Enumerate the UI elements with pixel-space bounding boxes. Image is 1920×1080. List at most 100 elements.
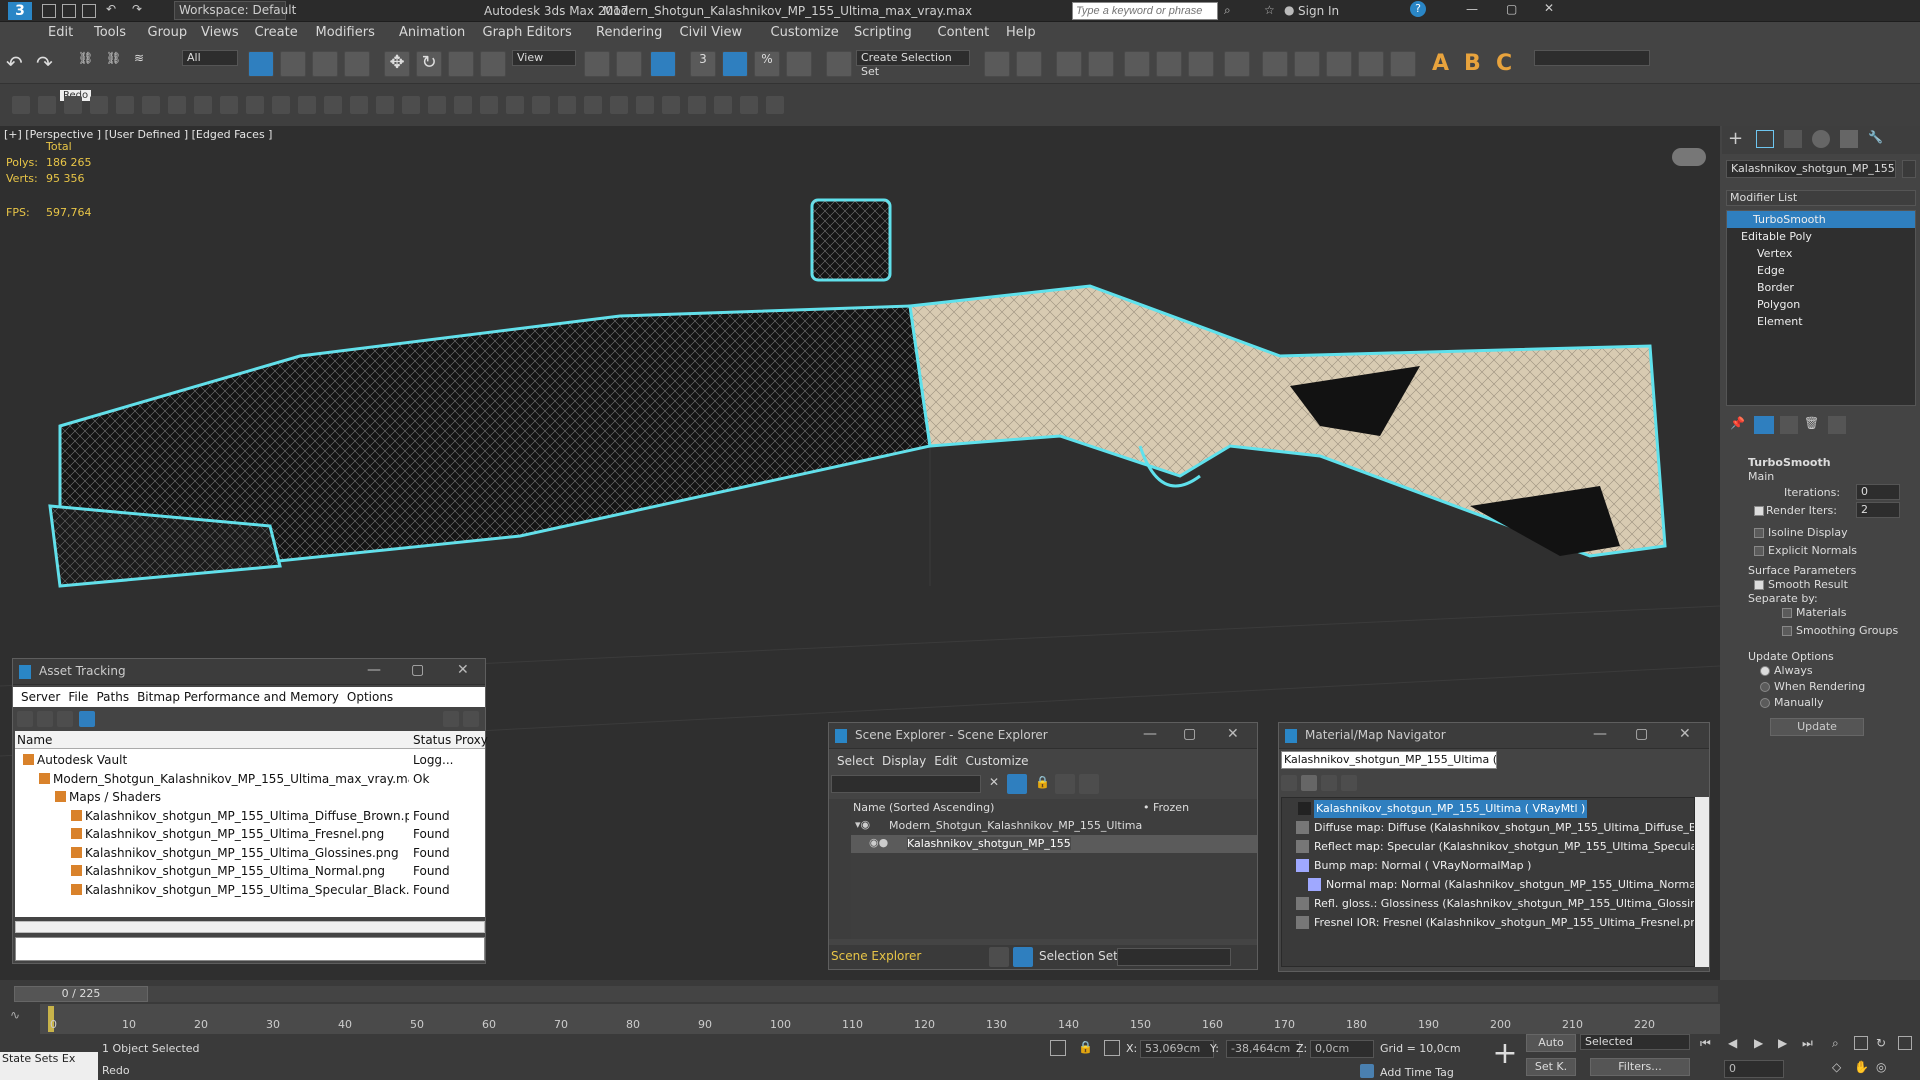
configure-sets-icon[interactable] [1828,416,1846,434]
secondary-tool-29-icon[interactable] [740,96,758,114]
secondary-tool-13-icon[interactable] [324,96,342,114]
asset-menu-options[interactable]: Options [347,687,393,707]
selection-lock-icon[interactable]: 🔒 [1078,1040,1093,1054]
keyboard-shortcut-override-button[interactable] [650,51,676,77]
table-row[interactable]: Kalashnikov_shotgun_MP_155_Ultima_Specul… [15,881,485,899]
eye-icon[interactable]: ◉● [869,836,888,849]
view-small-icons-icon[interactable] [1321,775,1337,791]
secondary-tool-11-icon[interactable] [272,96,290,114]
filters-button[interactable]: Filters... [1590,1058,1690,1076]
go-to-start-icon[interactable]: ⏮ [1700,1036,1711,1051]
menu-edit[interactable]: Edit [48,22,73,44]
render-iters-spinner[interactable]: 2 [1856,502,1900,518]
modifier-stack-item[interactable]: Vertex [1727,245,1915,262]
material-tree-item[interactable]: Reflect map: Specular (Kalashnikov_shotg… [1282,838,1694,856]
secondary-tool-6-icon[interactable] [142,96,160,114]
view-list-icon[interactable] [1281,775,1297,791]
smooth-result-checkbox[interactable] [1754,580,1764,590]
asset-tracking-path-field[interactable] [15,937,485,961]
asset-tracking-hscrollbar[interactable] [15,921,485,933]
utilities-tab-icon[interactable]: 🔧 [1868,130,1883,144]
secondary-tool-30-icon[interactable] [766,96,784,114]
table-row[interactable]: Kalashnikov_shotgun_MP_155_Ultima_Normal… [15,862,485,880]
menu-group[interactable]: Group [148,22,188,44]
secondary-tool-7-icon[interactable] [168,96,186,114]
placement-button[interactable] [480,51,506,77]
modifier-stack-item[interactable]: TurboSmooth [1727,211,1915,228]
object-color-swatch[interactable] [1902,160,1916,178]
secondary-tool-23-icon[interactable] [584,96,602,114]
minimize-icon[interactable]: — [1466,2,1478,16]
window-crossing-button[interactable] [344,51,370,77]
scene-row-0[interactable]: ▾◉ Modern_Shotgun_Kalashnikov_MP_155_Ult… [851,817,1257,835]
secondary-tool-5-icon[interactable] [116,96,134,114]
select-manipulate-button[interactable] [616,51,642,77]
update-button[interactable]: Update [1770,718,1864,736]
render-production-button[interactable] [1326,51,1352,77]
scene-explorer-find-field[interactable] [831,775,981,793]
menu-tools[interactable]: Tools [94,22,126,44]
asset-menu-server[interactable]: Server [21,687,60,707]
material-navigator-header[interactable]: Material/Map Navigator — ▢ ✕ [1279,723,1709,749]
asset-tracking-minimize-icon[interactable]: — [367,662,381,678]
explicit-normals-checkbox[interactable] [1754,546,1764,556]
material-tree[interactable]: Kalashnikov_shotgun_MP_155_Ultima ( VRay… [1281,797,1695,967]
menu-animation[interactable]: Animation [399,22,465,44]
asset-tracking-close-icon[interactable]: ✕ [457,662,469,678]
scale-button[interactable] [448,51,474,77]
time-slider[interactable]: 0 / 225 [14,986,148,1002]
set-key-button[interactable]: Set K. [1526,1058,1576,1076]
spinner-snap-button[interactable] [786,51,812,77]
orbit-icon[interactable]: ↻ [1876,1036,1886,1050]
secondary-tool-27-icon[interactable] [688,96,706,114]
table-row[interactable]: Kalashnikov_shotgun_MP_155_Ultima_Diffus… [15,807,485,825]
scene-explorer-list[interactable]: Name (Sorted Ascending) • Frozen ▾◉ Mode… [851,799,1257,939]
angle-snap-button[interactable] [722,51,748,77]
secondary-tool-21-icon[interactable] [532,96,550,114]
align-button[interactable] [1016,51,1042,77]
close-icon[interactable]: ✕ [1544,1,1554,15]
render-in-cloud-button[interactable] [1390,51,1416,77]
menu-views[interactable]: Views [201,22,239,44]
scene-explorer-col-frozen[interactable]: • Frozen [1143,801,1189,814]
move-button[interactable]: ✥ [384,51,410,77]
scene-menu-select[interactable]: Select [837,751,874,771]
isolate-selection-icon[interactable] [1050,1040,1066,1056]
modifier-stack-item[interactable]: Polygon [1727,296,1915,313]
secondary-tool-19-icon[interactable] [480,96,498,114]
quick-access-new-icon[interactable] [42,4,56,18]
motion-tab-icon[interactable] [1812,130,1830,148]
time-slider-track[interactable] [148,986,1718,1002]
rect-selection-button[interactable] [312,51,338,77]
material-tree-item[interactable]: Fresnel IOR: Fresnel (Kalashnikov_shotgu… [1282,914,1694,932]
secondary-tool-8-icon[interactable] [194,96,212,114]
edit-named-selection-button[interactable] [826,51,852,77]
quick-access-save-icon[interactable] [82,4,96,18]
when-rendering-radio[interactable] [1760,682,1770,692]
layer-explorer-button[interactable] [1088,51,1114,77]
table-row[interactable]: Autodesk Vault Logg... [15,751,485,769]
text-tool-a-button[interactable]: A [1432,51,1458,77]
menu-scripting[interactable]: Scripting [854,22,912,44]
current-frame-field[interactable]: 0 [1724,1060,1784,1078]
curve-editor-button[interactable] [1156,51,1182,77]
select-by-name-button[interactable] [280,51,306,77]
render-setup-button[interactable] [1262,51,1288,77]
help-icon[interactable]: ? [1410,1,1426,17]
secondary-tool-10-icon[interactable] [246,96,264,114]
smoothing-groups-checkbox[interactable] [1782,626,1792,636]
time-tag-icon[interactable] [1360,1064,1374,1078]
scene-row-1[interactable]: ◉● Kalashnikov_shotgun_MP_155 [851,835,1257,853]
modify-tab-icon[interactable] [1756,130,1774,148]
add-time-tag[interactable]: Add Time Tag [1380,1066,1454,1079]
material-tree-item[interactable]: Kalashnikov_shotgun_MP_155_Ultima ( VRay… [1282,800,1694,818]
walk-through-icon[interactable]: ◎ [1876,1060,1886,1074]
x-coordinate-field[interactable]: 53,069cm [1140,1040,1214,1058]
asset-tracking-maximize-icon[interactable]: ▢ [411,662,424,678]
material-tree-item[interactable]: Diffuse map: Diffuse (Kalashnikov_shotgu… [1282,819,1694,837]
modifier-stack-item[interactable]: Editable Poly [1727,228,1915,245]
material-editor-button[interactable] [1224,51,1250,77]
secondary-tool-20-icon[interactable] [506,96,524,114]
secondary-tool-12-icon[interactable] [298,96,316,114]
undo-icon[interactable]: ↶ [106,2,116,16]
